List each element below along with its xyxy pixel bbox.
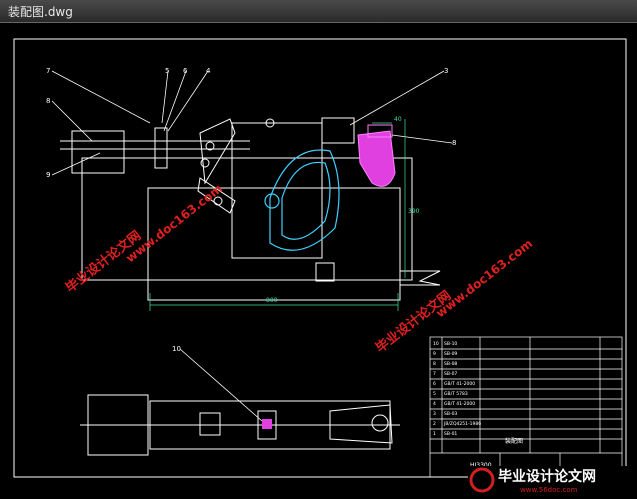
dim-overall-width: 800 bbox=[266, 297, 278, 304]
svg-text:SB-08: SB-08 bbox=[444, 361, 457, 367]
callout-labels: 7 5 6 4 3 8 8 9 10 bbox=[46, 67, 456, 353]
svg-text:GB/T 41-2000: GB/T 41-2000 bbox=[444, 381, 475, 387]
callout-7: 7 bbox=[46, 67, 50, 75]
drawing-name: 装配图 bbox=[505, 437, 523, 445]
callout-3: 3 bbox=[444, 67, 448, 75]
watermark-url-1: www.doc163.com bbox=[123, 181, 225, 265]
svg-text:1: 1 bbox=[433, 431, 436, 437]
parts-list-table bbox=[429, 336, 623, 478]
plan-magenta-pin bbox=[262, 419, 272, 429]
svg-text:2: 2 bbox=[433, 421, 436, 427]
cad-drawing: 7 5 6 4 3 8 8 9 10 800 390 40 10 SB-10 9… bbox=[13, 38, 627, 478]
svg-text:SB-09: SB-09 bbox=[444, 351, 457, 357]
plan-view bbox=[80, 394, 400, 456]
callout-5: 5 bbox=[165, 67, 169, 75]
svg-text:8: 8 bbox=[433, 361, 436, 367]
callout-6: 6 bbox=[183, 67, 188, 75]
drawing-canvas[interactable]: 7 5 6 4 3 8 8 9 10 800 390 40 10 SB-10 9… bbox=[0, 23, 637, 495]
callout-8a: 8 bbox=[46, 97, 50, 105]
small-block bbox=[315, 262, 335, 282]
part-no: 10 bbox=[433, 341, 439, 347]
watermark-url-2: www.doc163.com bbox=[433, 236, 535, 320]
part-name: SB-10 bbox=[444, 341, 457, 347]
dim-pin: 40 bbox=[394, 116, 402, 123]
svg-text:SB-03: SB-03 bbox=[444, 411, 457, 417]
magenta-part bbox=[357, 124, 396, 187]
callout-10: 10 bbox=[172, 345, 181, 353]
footer-site-cn: 毕业设计论文网 bbox=[498, 468, 596, 485]
top-block bbox=[321, 117, 355, 144]
footer-site-url: www.56doc.com bbox=[520, 486, 578, 494]
watermarks: 毕业设计论文网 www.doc163.com 毕业设计论文网 www.doc16… bbox=[63, 181, 536, 356]
svg-text:7: 7 bbox=[433, 371, 436, 377]
svg-text:3: 3 bbox=[433, 411, 436, 417]
svg-text:GB/T 5783: GB/T 5783 bbox=[444, 391, 468, 397]
cam-part bbox=[264, 149, 340, 251]
svg-text:6: 6 bbox=[433, 381, 436, 387]
svg-text:4: 4 bbox=[433, 401, 436, 407]
left-clamp bbox=[71, 130, 125, 174]
svg-text:GB/T 41-2000: GB/T 41-2000 bbox=[444, 401, 475, 407]
window-titlebar: 装配图.dwg bbox=[0, 0, 637, 23]
callout-9: 9 bbox=[46, 171, 50, 179]
site-logo-watermark: 毕业设计论文网 www.56doc.com bbox=[468, 466, 637, 495]
callout-4: 4 bbox=[206, 67, 211, 75]
svg-text:5: 5 bbox=[433, 391, 436, 397]
svg-text:SB-07: SB-07 bbox=[444, 371, 457, 377]
center-block bbox=[231, 122, 323, 259]
dim-height: 390 bbox=[408, 208, 420, 215]
svg-text:9: 9 bbox=[433, 351, 436, 357]
svg-text:JB/ZQ4251-1986: JB/ZQ4251-1986 bbox=[443, 421, 481, 427]
svg-text:SB-01: SB-01 bbox=[444, 431, 457, 437]
callout-8b: 8 bbox=[452, 139, 456, 147]
window-title: 装配图.dwg bbox=[8, 5, 73, 19]
